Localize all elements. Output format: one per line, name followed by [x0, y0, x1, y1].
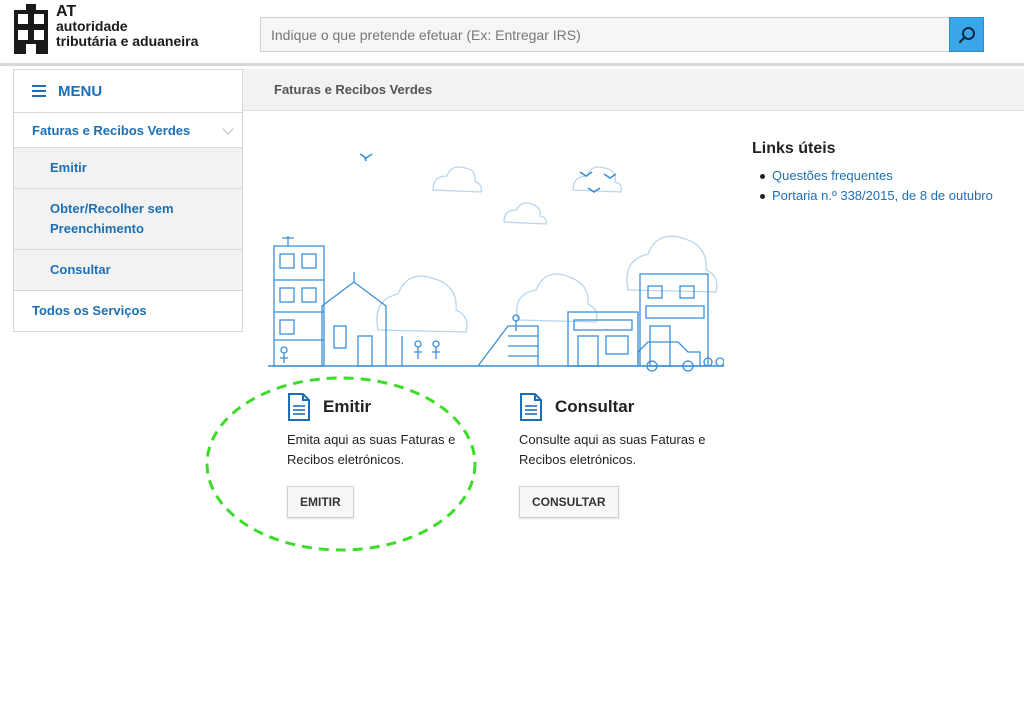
- menu-label: MENU: [58, 82, 103, 100]
- emitir-title: Emitir: [323, 397, 372, 416]
- sidebar-menu: MENU Faturas e Recibos Verdes Emitir Obt…: [13, 69, 243, 332]
- consultar-description: Consulte aqui as suas Faturas e Recibos …: [519, 432, 706, 467]
- hamburger-icon: [32, 85, 46, 97]
- logo-text: AT autoridade tributária e aduaneira: [56, 4, 198, 49]
- at-logo[interactable]: AT autoridade tributária e aduaneira: [14, 4, 214, 60]
- logo-line-2: tributária e aduaneira: [56, 33, 199, 49]
- city-illustration: [268, 153, 724, 372]
- search-button[interactable]: [949, 17, 984, 52]
- document-icon: [520, 393, 542, 421]
- useful-links-title: Links úteis: [752, 140, 836, 157]
- link-portaria[interactable]: Portaria n.º 338/2015, de 8 de outubro: [752, 186, 1002, 206]
- breadcrumb-current: Faturas e Recibos Verdes: [274, 82, 433, 97]
- sidebar-item-obter-recolher[interactable]: Obter/Recolher sem Preenchimento: [14, 189, 242, 250]
- chevron-down-icon: [222, 123, 234, 135]
- search-icon: [958, 26, 975, 43]
- sidebar-item-emitir[interactable]: Emitir: [14, 148, 242, 189]
- consultar-card-header: Consultar: [519, 392, 729, 422]
- useful-links: Links úteis Questões frequentes Portaria…: [752, 140, 1002, 206]
- consultar-title: Consultar: [555, 397, 635, 416]
- sidebar-item-todos-servicos[interactable]: Todos os Serviços: [14, 291, 242, 331]
- sidebar-item-label: Consultar: [50, 262, 111, 277]
- sidebar-item-label: Faturas e Recibos Verdes: [32, 123, 191, 138]
- link-questoes-frequentes[interactable]: Questões frequentes: [752, 166, 1002, 186]
- emitir-card-header: Emitir: [287, 392, 497, 422]
- sidebar-item-faturas-recibos-verdes[interactable]: Faturas e Recibos Verdes: [14, 113, 242, 148]
- emitir-card: Emitir Emita aqui as suas Faturas e Reci…: [287, 392, 497, 518]
- document-icon: [288, 393, 310, 421]
- breadcrumb: Faturas e Recibos Verdes: [242, 69, 1024, 111]
- search-input[interactable]: [260, 17, 950, 52]
- consultar-card: Consultar Consulte aqui as suas Faturas …: [519, 392, 729, 518]
- sidebar-item-label: Todos os Serviços: [32, 303, 147, 318]
- search-bar: [260, 17, 984, 52]
- site-header: AT autoridade tributária e aduaneira: [0, 0, 1024, 66]
- emitir-description: Emita aqui as suas Faturas e Recibos ele…: [287, 432, 456, 467]
- sidebar-item-label: Obter/Recolher sem Preenchimento: [50, 201, 174, 236]
- logo-emblem-icon: [14, 4, 48, 54]
- useful-links-list: Questões frequentes Portaria n.º 338/201…: [752, 166, 1002, 206]
- sidebar-item-consultar[interactable]: Consultar: [14, 250, 242, 291]
- emitir-button[interactable]: EMITIR: [287, 486, 354, 518]
- menu-toggle[interactable]: MENU: [14, 70, 242, 113]
- logo-line-1: autoridade: [56, 18, 128, 34]
- consultar-button[interactable]: CONSULTAR: [519, 486, 619, 518]
- logo-at: AT: [56, 3, 77, 20]
- sidebar-item-label: Emitir: [50, 160, 87, 175]
